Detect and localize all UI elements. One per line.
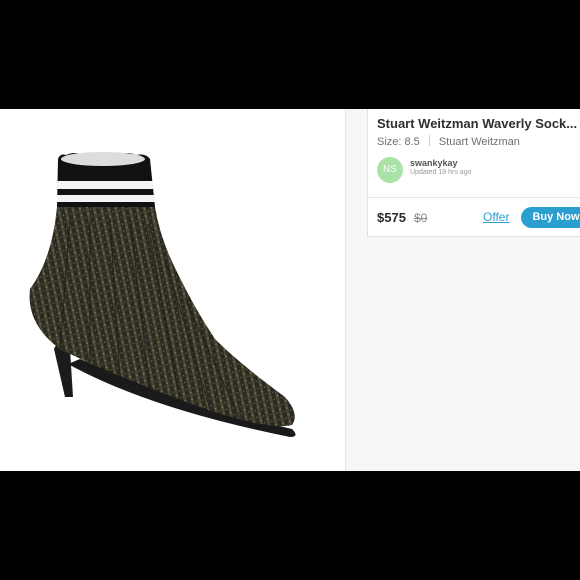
card-divider <box>368 197 580 198</box>
seller-avatar[interactable]: NS <box>377 157 403 183</box>
buy-now-button[interactable]: Buy Now <box>521 207 580 228</box>
current-price: $575 <box>377 210 406 225</box>
product-photo[interactable] <box>0 109 345 471</box>
size-label: Size: 8.5 <box>377 136 420 148</box>
listing-screen: Stuart Weitzman Waverly Sock... Size: 8.… <box>0 109 580 471</box>
meta-separator <box>428 135 430 146</box>
listing-title[interactable]: Stuart Weitzman Waverly Sock... <box>377 116 580 131</box>
original-price: $0 <box>414 211 428 225</box>
brand-link[interactable]: Stuart Weitzman <box>439 136 520 148</box>
listing-meta: Size: 8.5 Stuart Weitzman <box>377 135 520 148</box>
seller-name[interactable]: swankykay <box>410 158 458 168</box>
sock-bootie-image <box>29 152 296 437</box>
offer-button[interactable]: Offer <box>483 210 509 224</box>
listing-card: Stuart Weitzman Waverly Sock... Size: 8.… <box>367 109 580 237</box>
updated-time: Updated 19 hrs ago <box>410 169 472 176</box>
